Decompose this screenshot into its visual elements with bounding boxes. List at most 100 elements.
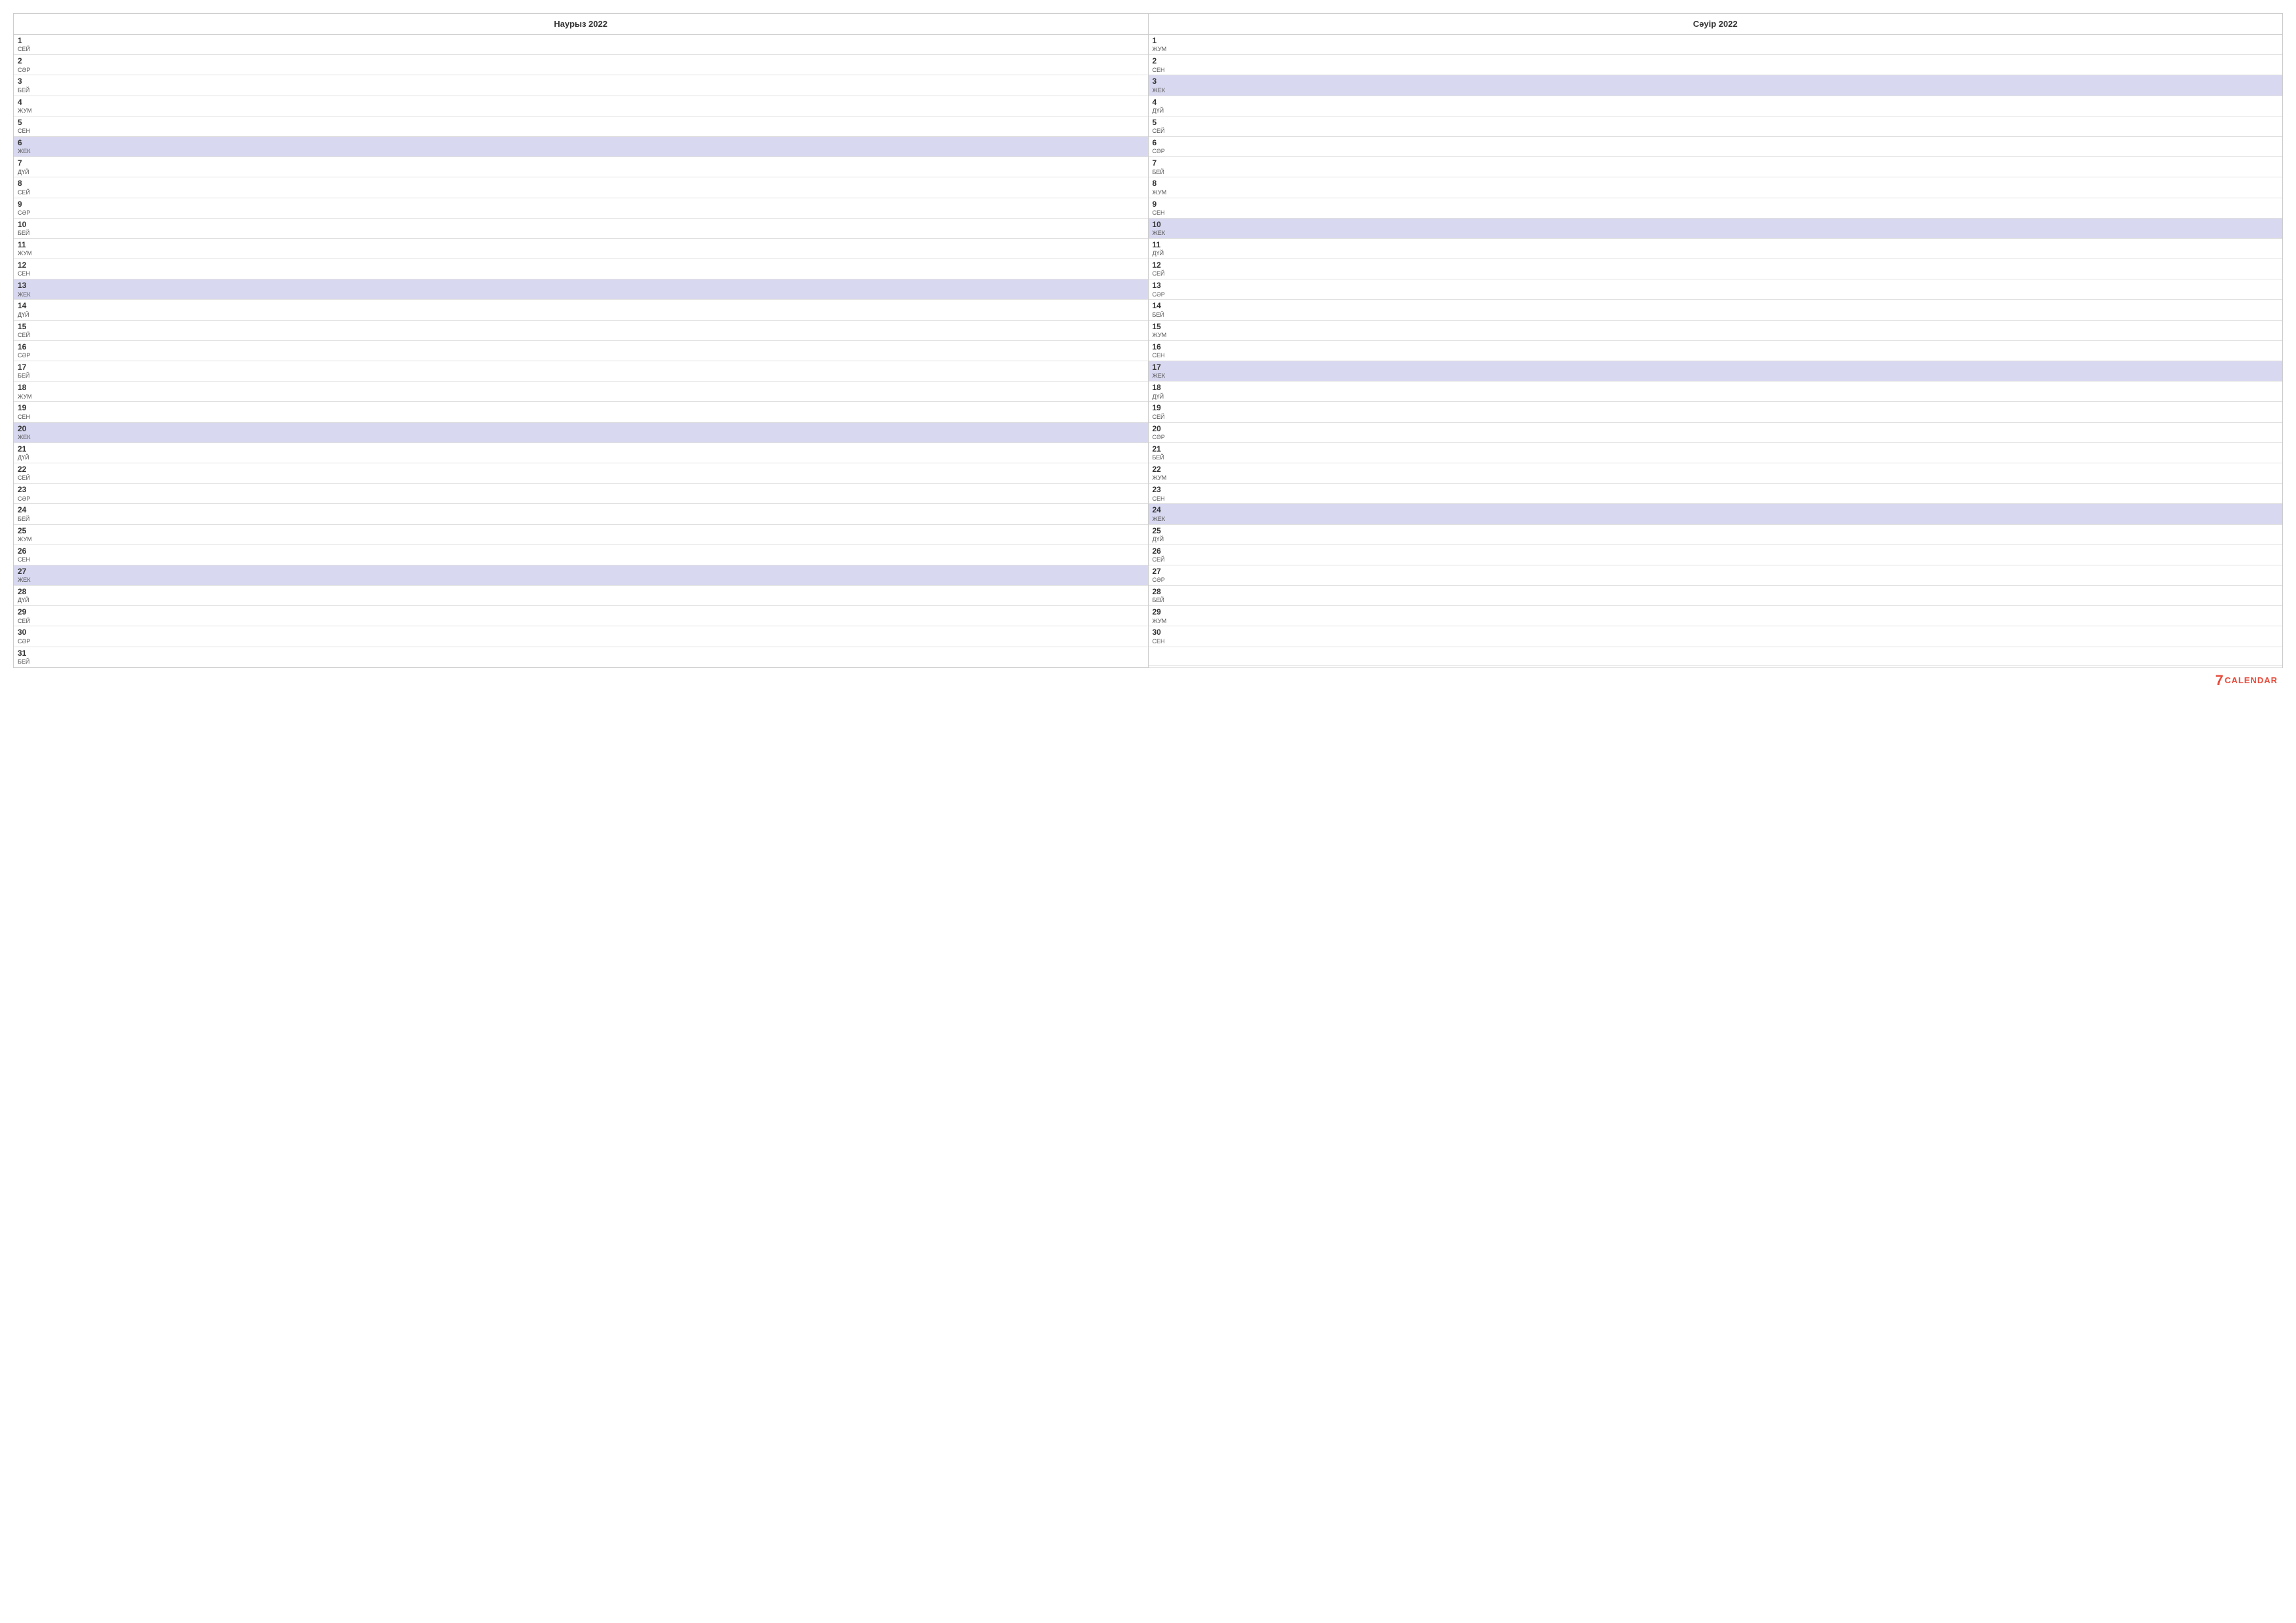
calendar-container: Наурыз 20221СЕЙ2СӘР3БЕЙ4ЖУМ5СЕН6ЖЕК7ДҮЙ8… xyxy=(13,13,2283,668)
month-header-0: Наурыз 2022 xyxy=(14,14,1148,35)
day-name: ЖУМ xyxy=(1153,189,1167,196)
day-name: ДҮЙ xyxy=(1153,393,1166,401)
day-name: СЕН xyxy=(18,270,31,277)
day-number: 10 xyxy=(18,220,31,229)
day-number: 8 xyxy=(1153,179,1167,188)
day-row: 24БЕЙ xyxy=(14,504,1148,524)
day-name: БЕЙ xyxy=(1153,597,1166,604)
day-number: 20 xyxy=(1153,424,1166,433)
empty-row xyxy=(1149,647,2283,666)
day-number: 4 xyxy=(1153,98,1166,107)
day-name: ЖЕК xyxy=(18,434,31,441)
day-number: 15 xyxy=(18,322,31,331)
day-number: 23 xyxy=(18,485,31,494)
day-row: 2СЕН xyxy=(1149,55,2283,75)
day-name: БЕЙ xyxy=(18,230,31,237)
day-row: 26СЕЙ xyxy=(1149,545,2283,565)
day-name: ЖУМ xyxy=(18,536,32,543)
day-name: ДҮЙ xyxy=(1153,107,1166,115)
day-name: ЖУМ xyxy=(1153,46,1167,53)
day-number: 19 xyxy=(18,403,31,412)
day-number: 10 xyxy=(1153,220,1166,229)
day-number: 18 xyxy=(18,383,32,392)
day-row: 28БЕЙ xyxy=(1149,586,2283,606)
day-row: 9СӘР xyxy=(14,198,1148,219)
day-row: 20СӘР xyxy=(1149,423,2283,443)
day-number: 1 xyxy=(18,36,31,45)
day-row: 8СЕЙ xyxy=(14,177,1148,198)
day-number: 16 xyxy=(18,342,31,351)
day-row: 19СЕЙ xyxy=(1149,402,2283,422)
day-number: 27 xyxy=(1153,567,1166,576)
day-name: ЖУМ xyxy=(1153,618,1167,625)
day-row: 3БЕЙ xyxy=(14,75,1148,96)
day-number: 2 xyxy=(18,56,31,65)
day-number: 21 xyxy=(18,444,31,454)
day-number: 6 xyxy=(1153,138,1166,147)
day-number: 3 xyxy=(18,77,31,86)
day-row: 6СӘР xyxy=(1149,137,2283,157)
day-name: ЖУМ xyxy=(18,107,32,115)
day-number: 17 xyxy=(1153,363,1166,372)
day-name: ЖУМ xyxy=(1153,474,1167,482)
day-name: ЖЕК xyxy=(18,291,31,298)
day-row: 26СЕН xyxy=(14,545,1148,565)
day-name: СЕН xyxy=(18,556,31,563)
day-row: 16СЕН xyxy=(1149,341,2283,361)
day-name: ДҮЙ xyxy=(18,169,31,176)
day-name: ЖУМ xyxy=(18,250,32,257)
day-name: ЖЕК xyxy=(1153,87,1166,94)
day-row: 10ЖЕК xyxy=(1149,219,2283,239)
day-name: СӘР xyxy=(1153,291,1166,298)
day-name: СЕЙ xyxy=(18,474,31,482)
day-name: СӘР xyxy=(1153,577,1166,584)
month-col-1: Сәуір 20221ЖУМ2СЕН3ЖЕК4ДҮЙ5СЕЙ6СӘР7БЕЙ8Ж… xyxy=(1149,14,2283,668)
day-row: 17БЕЙ xyxy=(14,361,1148,382)
logo-text: CALENDAR xyxy=(2225,675,2278,685)
day-name: БЕЙ xyxy=(18,372,31,380)
day-number: 13 xyxy=(18,281,31,290)
day-name: СЕН xyxy=(1153,67,1166,74)
day-number: 28 xyxy=(1153,587,1166,596)
day-row: 10БЕЙ xyxy=(14,219,1148,239)
day-name: СЕЙ xyxy=(1153,128,1166,135)
day-number: 12 xyxy=(1153,260,1166,270)
day-number: 23 xyxy=(1153,485,1166,494)
day-number: 7 xyxy=(1153,158,1166,168)
day-row: 16СӘР xyxy=(14,341,1148,361)
day-name: СЕН xyxy=(1153,209,1166,217)
day-row: 27ЖЕК xyxy=(14,565,1148,586)
page: Наурыз 20221СЕЙ2СӘР3БЕЙ4ЖУМ5СЕН6ЖЕК7ДҮЙ8… xyxy=(0,0,2296,704)
month-col-0: Наурыз 20221СЕЙ2СӘР3БЕЙ4ЖУМ5СЕН6ЖЕК7ДҮЙ8… xyxy=(14,14,1149,668)
day-row: 24ЖЕК xyxy=(1149,504,2283,524)
day-row: 13ЖЕК xyxy=(14,279,1148,300)
day-name: БЕЙ xyxy=(18,516,31,523)
day-row: 15ЖУМ xyxy=(1149,321,2283,341)
day-row: 11ДҮЙ xyxy=(1149,239,2283,259)
day-row: 21БЕЙ xyxy=(1149,443,2283,463)
day-number: 5 xyxy=(1153,118,1166,127)
day-row: 30СЕН xyxy=(1149,626,2283,647)
day-name: ЖЕК xyxy=(18,577,31,584)
day-row: 30СӘР xyxy=(14,626,1148,647)
day-number: 25 xyxy=(1153,526,1166,535)
day-row: 1ЖУМ xyxy=(1149,35,2283,55)
day-row: 6ЖЕК xyxy=(14,137,1148,157)
day-row: 2 СӘР xyxy=(14,55,1148,75)
calendar-logo: 7 CALENDAR xyxy=(2215,673,2278,688)
day-row: 25ДҮЙ xyxy=(1149,525,2283,545)
day-name: ЖУМ xyxy=(1153,332,1167,339)
day-name: СӘР xyxy=(18,67,31,74)
day-number: 31 xyxy=(18,649,31,658)
day-number: 21 xyxy=(1153,444,1166,454)
day-row: 18ЖУМ xyxy=(14,382,1148,402)
day-row: 19СЕН xyxy=(14,402,1148,422)
day-name: СЕЙ xyxy=(1153,414,1166,421)
day-name: ЖЕК xyxy=(1153,230,1166,237)
day-row: 22СЕЙ xyxy=(14,463,1148,484)
day-name: СӘР xyxy=(18,209,31,217)
day-name: БЕЙ xyxy=(18,658,31,666)
day-name: БЕЙ xyxy=(1153,169,1166,176)
day-name: СЕЙ xyxy=(18,46,31,53)
day-name: БЕЙ xyxy=(18,87,31,94)
